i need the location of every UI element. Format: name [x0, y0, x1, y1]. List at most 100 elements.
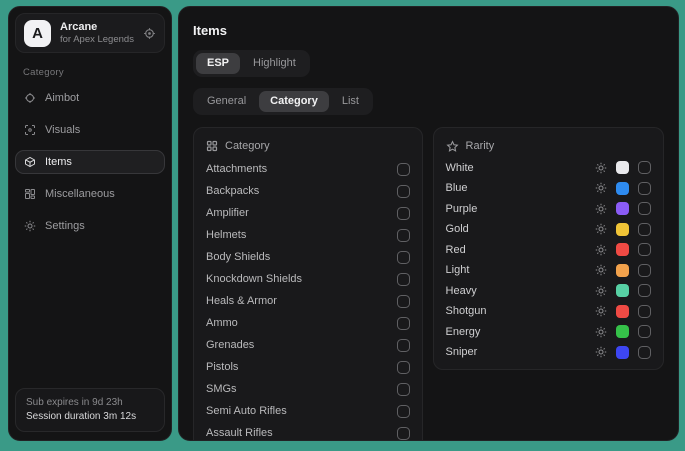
app-logo: A — [24, 20, 51, 47]
rarity-row-label: Gold — [446, 223, 595, 235]
sidebar-item-label: Aimbot — [45, 92, 79, 104]
rarity-checkbox[interactable] — [638, 202, 651, 215]
category-checkbox[interactable] — [397, 251, 410, 264]
sidebar-item-visuals[interactable]: Visuals — [15, 118, 165, 142]
rarity-checkbox[interactable] — [638, 284, 651, 297]
rarity-checkbox[interactable] — [638, 182, 651, 195]
category-checkbox[interactable] — [397, 295, 410, 308]
gear-icon[interactable] — [595, 326, 607, 338]
target-icon[interactable] — [143, 27, 156, 40]
rarity-row: Purple — [446, 202, 651, 216]
rarity-checkbox[interactable] — [638, 305, 651, 318]
rarity-color-swatch[interactable] — [616, 223, 629, 236]
eye-scan-icon — [24, 124, 36, 136]
category-row-label: Helmets — [206, 229, 397, 241]
subscription-info: Sub expires in 9d 23h Session duration 3… — [15, 388, 165, 432]
page-title: Items — [193, 23, 664, 38]
category-checkbox[interactable] — [397, 163, 410, 176]
sidebar-item-label: Items — [45, 156, 72, 168]
rarity-row-label: Sniper — [446, 346, 595, 358]
category-checkbox[interactable] — [397, 427, 410, 440]
category-row-label: Heals & Armor — [206, 295, 397, 307]
rarity-color-swatch[interactable] — [616, 284, 629, 297]
rarity-checkbox[interactable] — [638, 325, 651, 338]
sidebar-item-miscellaneous[interactable]: Miscellaneous — [15, 182, 165, 206]
rarity-checkbox[interactable] — [638, 346, 651, 359]
sidebar-item-aimbot[interactable]: Aimbot — [15, 86, 165, 110]
rarity-color-swatch[interactable] — [616, 264, 629, 277]
gear-icon[interactable] — [595, 182, 607, 194]
rarity-color-swatch[interactable] — [616, 305, 629, 318]
gear-icon[interactable] — [595, 285, 607, 297]
category-panel: Category Attachments Backpacks Amplifier… — [193, 127, 423, 441]
category-panel-title: Category — [225, 140, 270, 152]
sidebar-item-label: Settings — [45, 220, 85, 232]
category-row: SMGs — [206, 382, 410, 396]
category-row-label: Grenades — [206, 339, 397, 351]
mode-highlight[interactable]: Highlight — [242, 53, 307, 74]
category-row-label: Backpacks — [206, 185, 397, 197]
gear-icon[interactable] — [595, 305, 607, 317]
category-checkbox[interactable] — [397, 229, 410, 242]
category-row: Body Shields — [206, 250, 410, 264]
rarity-checkbox[interactable] — [638, 161, 651, 174]
category-checkbox[interactable] — [397, 185, 410, 198]
category-checkbox[interactable] — [397, 317, 410, 330]
category-row-label: Assault Rifles — [206, 427, 397, 439]
tab-general[interactable]: General — [196, 91, 257, 112]
rarity-row: Sniper — [446, 345, 651, 359]
rarity-color-swatch[interactable] — [616, 243, 629, 256]
category-checkbox[interactable] — [397, 383, 410, 396]
view-tabs: GeneralCategoryList — [193, 88, 373, 115]
gear-icon[interactable] — [595, 223, 607, 235]
rarity-checkbox[interactable] — [638, 223, 651, 236]
mode-esp[interactable]: ESP — [196, 53, 240, 74]
rarity-color-swatch[interactable] — [616, 346, 629, 359]
category-row: Knockdown Shields — [206, 272, 410, 286]
category-row: Assault Rifles — [206, 426, 410, 440]
category-checkbox[interactable] — [397, 405, 410, 418]
rarity-checkbox[interactable] — [638, 243, 651, 256]
category-checkbox[interactable] — [397, 273, 410, 286]
rarity-row-label: Purple — [446, 203, 595, 215]
tab-list[interactable]: List — [331, 91, 370, 112]
gear-icon[interactable] — [595, 203, 607, 215]
app-subtitle: for Apex Legends — [60, 34, 134, 46]
grid-icon — [24, 188, 36, 200]
rarity-color-swatch[interactable] — [616, 325, 629, 338]
category-checkbox[interactable] — [397, 339, 410, 352]
rarity-row-label: Red — [446, 244, 595, 256]
category-checkbox[interactable] — [397, 207, 410, 220]
category-row: Amplifier — [206, 206, 410, 220]
category-row: Pistols — [206, 360, 410, 374]
sidebar-item-label: Visuals — [45, 124, 80, 136]
rarity-row-label: Blue — [446, 182, 595, 194]
category-checkbox[interactable] — [397, 361, 410, 374]
gear-icon[interactable] — [595, 244, 607, 256]
category-row: Helmets — [206, 228, 410, 242]
rarity-row-label: Shotgun — [446, 305, 595, 317]
rarity-color-swatch[interactable] — [616, 202, 629, 215]
category-row: Heals & Armor — [206, 294, 410, 308]
category-row-label: Ammo — [206, 317, 397, 329]
rarity-panel-title: Rarity — [466, 140, 495, 152]
category-row: Ammo — [206, 316, 410, 330]
rarity-row: Light — [446, 263, 651, 277]
rarity-checkbox[interactable] — [638, 264, 651, 277]
session-duration-text: Session duration 3m 12s — [26, 410, 154, 424]
sidebar-item-items[interactable]: Items — [15, 150, 165, 174]
gear-icon[interactable] — [595, 162, 607, 174]
category-row-label: Pistols — [206, 361, 397, 373]
category-grid-icon — [206, 140, 218, 152]
category-row: Backpacks — [206, 184, 410, 198]
tab-category[interactable]: Category — [259, 91, 329, 112]
rarity-color-swatch[interactable] — [616, 161, 629, 174]
rarity-color-swatch[interactable] — [616, 182, 629, 195]
gear-icon[interactable] — [595, 264, 607, 276]
rarity-row: White — [446, 161, 651, 175]
sidebar-item-settings[interactable]: Settings — [15, 214, 165, 238]
sidebar-item-label: Miscellaneous — [45, 188, 115, 200]
rarity-row: Heavy — [446, 284, 651, 298]
rarity-row: Energy — [446, 325, 651, 339]
gear-icon[interactable] — [595, 346, 607, 358]
